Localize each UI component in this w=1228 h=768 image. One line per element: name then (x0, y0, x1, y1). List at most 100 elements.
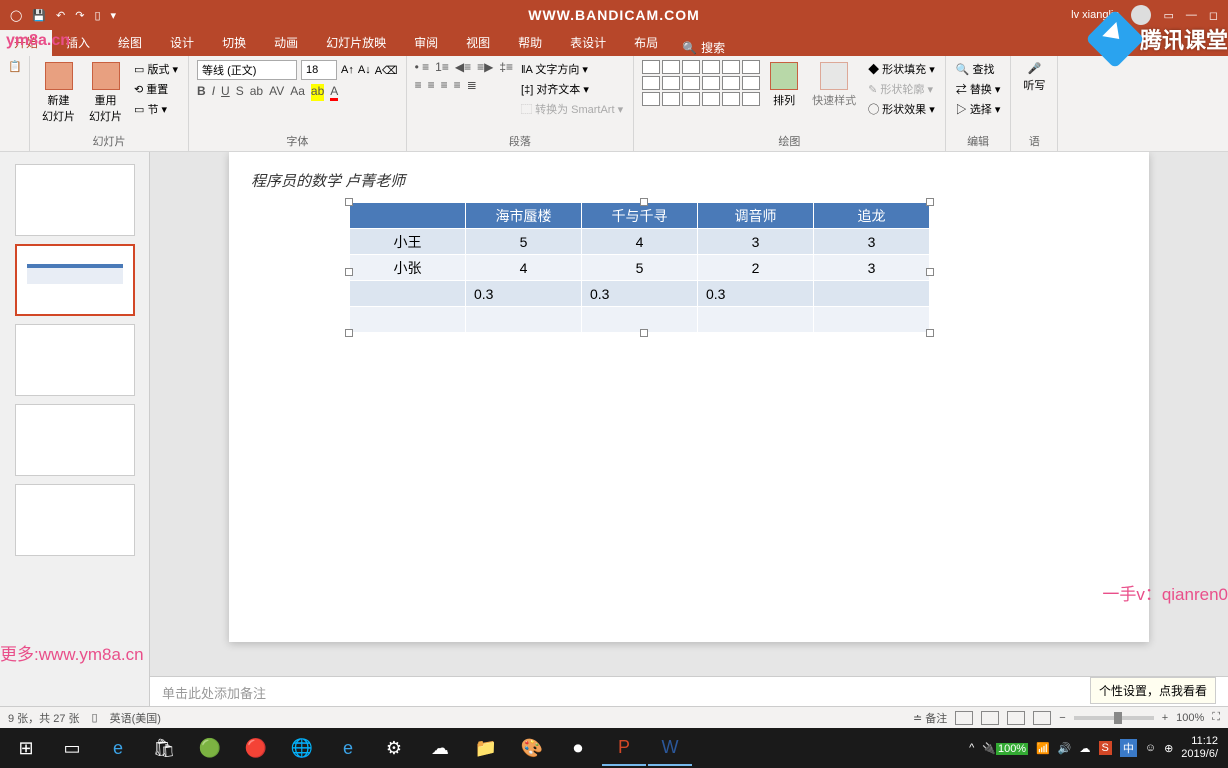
table-header-cell[interactable] (350, 203, 466, 229)
table-cell[interactable]: 5 (582, 255, 698, 281)
slide-canvas[interactable]: 程序员的数学 卢菁老师 海市蜃楼 千与千寻 调音师 追龙 (150, 152, 1228, 676)
bandicam-icon[interactable]: ⏺ (556, 730, 600, 766)
app-icon[interactable]: ⚙ (372, 730, 416, 766)
table-cell[interactable] (698, 307, 814, 333)
table-cell[interactable] (350, 307, 466, 333)
table-row[interactable]: 小张 4 5 2 3 (350, 255, 930, 281)
zoom-level[interactable]: 100% (1176, 712, 1204, 724)
app-icon[interactable]: 🟢 (188, 730, 232, 766)
select-button[interactable]: ▷ 选择 ▾ (954, 100, 1003, 118)
redo-icon[interactable]: ↷ (75, 9, 84, 22)
smartart-button[interactable]: ⬚ 转换为 SmartArt ▾ (519, 100, 625, 118)
shape-fill-button[interactable]: ◆ 形状填充 ▾ (866, 60, 937, 78)
tray-icon[interactable]: ⊕ (1164, 742, 1173, 755)
shape-icon[interactable] (742, 76, 760, 90)
table-cell[interactable]: 5 (466, 229, 582, 255)
table-cell[interactable]: 0.3 (466, 281, 582, 307)
table-row[interactable]: 0.3 0.3 0.3 (350, 281, 930, 307)
store-icon[interactable]: 🛍 (142, 730, 186, 766)
align-left-button[interactable]: ≡ (415, 78, 422, 92)
shape-icon[interactable] (642, 76, 660, 90)
tab-transition[interactable]: 切换 (208, 29, 260, 56)
shape-icon[interactable] (662, 60, 680, 74)
tray-icon[interactable]: ☺ (1145, 742, 1156, 754)
shape-effects-button[interactable]: ◯ 形状效果 ▾ (866, 100, 937, 118)
tab-animation[interactable]: 动画 (260, 29, 312, 56)
slide-counter[interactable]: 9 张，共 27 张 (8, 710, 80, 726)
clear-format-icon[interactable]: A⌫ (375, 64, 398, 77)
tab-design[interactable]: 设计 (156, 29, 208, 56)
table-cell[interactable]: 4 (466, 255, 582, 281)
slide-thumbnail[interactable] (15, 484, 135, 556)
app-icon[interactable]: 🌐 (280, 730, 324, 766)
slide-thumbnail[interactable] (15, 164, 135, 236)
align-right-button[interactable]: ≡ (441, 78, 448, 92)
table-header-cell[interactable]: 千与千寻 (582, 203, 698, 229)
arrange-button[interactable]: 排列 (766, 60, 802, 110)
table-cell[interactable] (814, 307, 930, 333)
numbering-button[interactable]: 1≡ (435, 60, 449, 74)
line-spacing-button[interactable]: ‡≡ (499, 60, 513, 74)
table-row[interactable]: 小王 5 4 3 3 (350, 229, 930, 255)
qat-dropdown-icon[interactable]: ▾ (111, 9, 117, 22)
clock[interactable]: 11:12 2019/6/ (1181, 735, 1218, 761)
shape-icon[interactable] (682, 60, 700, 74)
ie-icon[interactable]: e (326, 730, 370, 766)
slide-thumbnail-panel[interactable] (0, 152, 150, 706)
slideshow-view-button[interactable] (1033, 711, 1051, 725)
highlight-button[interactable]: ab (311, 84, 324, 101)
shape-icon[interactable] (682, 76, 700, 90)
quick-styles-button[interactable]: 快速样式 (808, 60, 860, 110)
tell-me-search[interactable]: 🔍 搜索 (672, 39, 735, 56)
slide[interactable]: 程序员的数学 卢菁老师 海市蜃楼 千与千寻 调音师 追龙 (229, 152, 1149, 642)
bold-button[interactable]: B (197, 84, 206, 101)
table-cell[interactable]: 3 (814, 255, 930, 281)
italic-button[interactable]: I (212, 84, 215, 101)
new-slide-button[interactable]: 新建 幻灯片 (38, 60, 79, 126)
shape-icon[interactable] (642, 92, 660, 106)
slide-thumbnail[interactable] (15, 324, 135, 396)
table-cell[interactable] (814, 281, 930, 307)
bullets-button[interactable]: • ≡ (415, 60, 430, 74)
find-button[interactable]: 🔍 查找 (954, 60, 1003, 78)
network-icon[interactable]: 📶 (1036, 742, 1050, 755)
shape-icon[interactable] (682, 92, 700, 106)
edge-icon[interactable]: e (96, 730, 140, 766)
start-button[interactable]: ⊞ (4, 730, 48, 766)
table-header-row[interactable]: 海市蜃楼 千与千寻 调音师 追龙 (350, 203, 930, 229)
align-center-button[interactable]: ≡ (428, 78, 435, 92)
paste-icon[interactable]: 📋 (8, 60, 22, 73)
shape-icon[interactable] (662, 76, 680, 90)
onedrive-icon[interactable]: ☁ (1080, 742, 1091, 755)
tab-help[interactable]: 帮助 (504, 29, 556, 56)
text-direction-button[interactable]: ‖A 文字方向 ▾ (519, 60, 625, 78)
table-cell[interactable] (350, 281, 466, 307)
shape-icon[interactable] (722, 76, 740, 90)
word-icon[interactable]: W (648, 730, 692, 766)
tab-table-design[interactable]: 表设计 (556, 29, 620, 56)
shrink-font-icon[interactable]: A↓ (358, 64, 371, 76)
table-cell[interactable]: 小王 (350, 229, 466, 255)
section-button[interactable]: ▭ 节 ▾ (132, 100, 180, 118)
table-cell[interactable]: 3 (814, 229, 930, 255)
normal-view-button[interactable] (955, 711, 973, 725)
align-text-button[interactable]: [‡] 对齐文本 ▾ (519, 80, 625, 98)
shape-icon[interactable] (702, 76, 720, 90)
fit-window-button[interactable]: ⛶ (1212, 711, 1220, 724)
app-icon[interactable]: ☁ (418, 730, 462, 766)
dictate-button[interactable]: 🎤听写 (1019, 60, 1049, 95)
shape-outline-button[interactable]: ✎ 形状轮廓 ▾ (866, 80, 937, 98)
tab-slideshow[interactable]: 幻灯片放映 (312, 29, 400, 56)
zoom-out-button[interactable]: − (1059, 712, 1065, 724)
powerpoint-icon[interactable]: P (602, 730, 646, 766)
language-status[interactable]: 英语(美国) (110, 710, 161, 726)
slide-thumbnail[interactable] (15, 404, 135, 476)
ime-mode[interactable]: 中 (1120, 739, 1137, 757)
undo-icon[interactable]: ↶ (56, 9, 65, 22)
reading-view-button[interactable] (1007, 711, 1025, 725)
tab-view[interactable]: 视图 (452, 29, 504, 56)
tab-draw[interactable]: 绘图 (104, 29, 156, 56)
spellcheck-icon[interactable]: ▯ (92, 711, 98, 724)
shape-icon[interactable] (702, 60, 720, 74)
explorer-icon[interactable]: 📁 (464, 730, 508, 766)
